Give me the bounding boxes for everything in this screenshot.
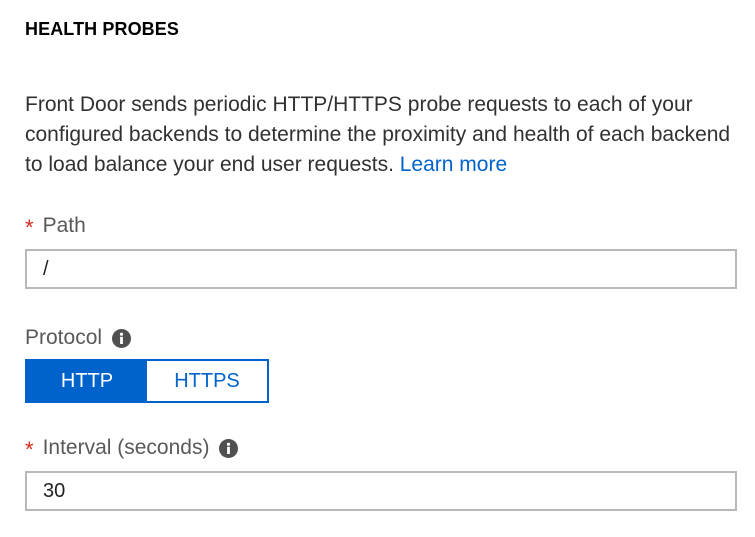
protocol-option-https[interactable]: HTTPS [147, 361, 267, 401]
path-label: * Path [25, 213, 86, 240]
interval-label-text: Interval (seconds) [42, 436, 210, 459]
info-icon[interactable] [112, 328, 132, 348]
protocol-toggle: HTTP HTTPS [25, 359, 269, 403]
interval-input[interactable] [25, 471, 737, 511]
section-description: Front Door sends periodic HTTP/HTTPS pro… [25, 90, 737, 180]
protocol-label-text: Protocol [25, 326, 103, 349]
learn-more-link[interactable]: Learn more [400, 153, 507, 176]
required-marker: * [25, 215, 34, 240]
protocol-label: Protocol [25, 326, 132, 350]
path-input[interactable] [25, 249, 737, 289]
section-title: HEALTH PROBES [25, 19, 179, 39]
description-text: Front Door sends periodic HTTP/HTTPS pro… [25, 93, 731, 176]
path-label-text: Path [42, 214, 86, 237]
interval-label: * Interval (seconds) [25, 435, 239, 462]
info-icon[interactable] [219, 438, 239, 458]
protocol-option-http[interactable]: HTTP [27, 361, 147, 401]
required-marker: * [25, 437, 34, 462]
